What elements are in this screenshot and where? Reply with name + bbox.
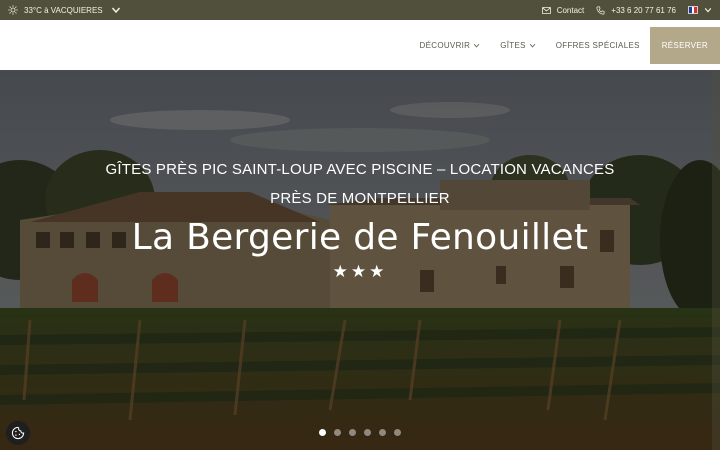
nav-decouvrir-label: DÉCOUVRIR [419, 40, 471, 50]
hero-title: La Bergerie de Fenouillet [131, 217, 589, 258]
cookie-icon [11, 426, 25, 440]
chevron-down-icon [529, 43, 536, 48]
mail-icon [541, 6, 551, 14]
nav-gites[interactable]: GÎTES [490, 20, 546, 70]
contact-label: Contact [556, 5, 585, 15]
sun-icon [8, 5, 18, 15]
slider-dot-3[interactable] [349, 429, 356, 436]
reserve-label: RÉSERVER [661, 40, 708, 50]
slider-pagination [0, 429, 720, 436]
chevron-down-icon [111, 7, 120, 14]
hero-subtitle-line2: PRÈS DE MONTPELLIER [270, 190, 450, 207]
slider-dot-6[interactable] [394, 429, 401, 436]
phone-number: +33 6 20 77 61 76 [611, 5, 676, 15]
weather-widget[interactable]: 33°C à VACQUIERES [8, 5, 121, 15]
hero-slider: GÎTES PRÈS PIC SAINT-LOUP AVEC PISCINE –… [0, 70, 720, 450]
reserve-button[interactable]: RÉSERVER [649, 26, 720, 64]
hero-subtitle-line1: GÎTES PRÈS PIC SAINT-LOUP AVEC PISCINE –… [105, 161, 615, 178]
cookie-settings-button[interactable] [6, 421, 30, 445]
french-flag-icon [688, 6, 698, 14]
phone-icon [596, 6, 605, 14]
scrollbar[interactable] [712, 70, 720, 450]
main-navigation: DÉCOUVRIR GÎTES OFFRES SPÉCIALES RÉSERVE… [0, 20, 720, 70]
nav-decouvrir[interactable]: DÉCOUVRIR [410, 20, 491, 70]
nav-gites-label: GÎTES [500, 40, 526, 50]
language-selector[interactable] [688, 6, 712, 14]
slider-dot-2[interactable] [334, 429, 341, 436]
chevron-down-icon [473, 43, 480, 48]
slider-dot-5[interactable] [379, 429, 386, 436]
nav-offres-label: OFFRES SPÉCIALES [555, 40, 640, 50]
hero-text-block: GÎTES PRÈS PIC SAINT-LOUP AVEC PISCINE –… [0, 155, 720, 282]
phone-link[interactable]: +33 6 20 77 61 76 [596, 6, 676, 15]
chevron-down-icon [704, 8, 712, 13]
nav-offres-speciales[interactable]: OFFRES SPÉCIALES [546, 20, 650, 70]
slider-dot-1[interactable] [319, 429, 326, 436]
weather-text: 33°C à VACQUIERES [24, 5, 103, 15]
contact-link[interactable]: Contact [541, 5, 585, 15]
top-bar: 33°C à VACQUIERES Contact +33 6 20 77 61… [0, 0, 720, 20]
slider-dot-4[interactable] [364, 429, 371, 436]
star-rating: ★★★ [332, 262, 388, 281]
